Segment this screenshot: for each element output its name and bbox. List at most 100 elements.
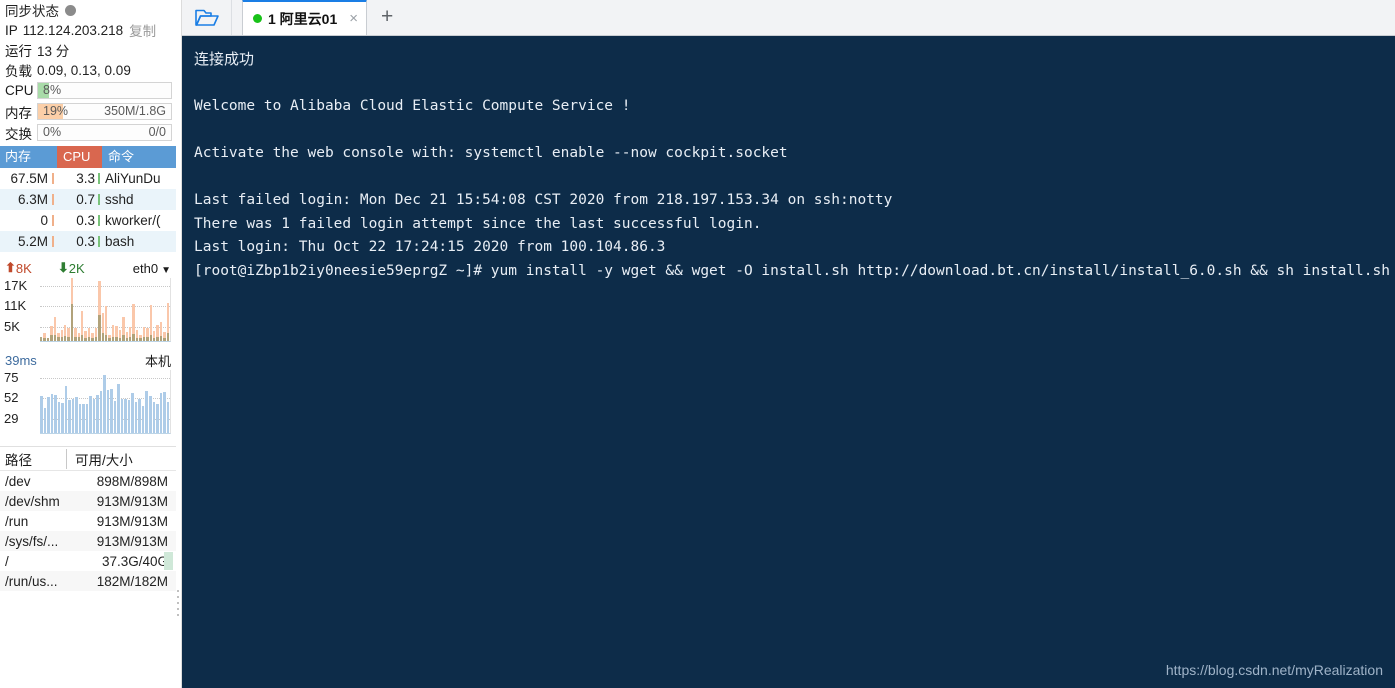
process-col-command[interactable]: 命令 <box>102 146 176 168</box>
latency-graph: 75 52 29 <box>0 370 174 434</box>
process-command: AliYunDu <box>105 171 161 186</box>
graph-bar-download <box>132 334 135 341</box>
graph-bar-download <box>125 337 128 341</box>
graph-bar-download <box>108 337 111 341</box>
swap-percent: 0% <box>43 125 62 139</box>
copy-ip-button[interactable]: 复制 <box>129 20 156 40</box>
load-label: 负载 <box>5 64 32 79</box>
cpu-meter: 8% <box>37 82 172 99</box>
graph-bar-download <box>57 337 60 341</box>
tab-connected-indicator-icon <box>253 14 262 23</box>
process-memory: 0 <box>0 213 57 228</box>
swap-detail: 0/0 <box>148 125 166 139</box>
terminal-line: Last failed login: Mon Dec 21 15:54:08 C… <box>194 192 893 208</box>
resize-grip-icon <box>177 590 180 620</box>
disk-row[interactable]: /run/us... 182M/182M <box>0 571 176 591</box>
upload-arrow-icon: ⬆ <box>5 260 16 275</box>
tab-close-icon[interactable]: × <box>349 10 358 27</box>
graph-bar-download <box>128 337 132 341</box>
graph-bar-download <box>50 334 53 341</box>
disk-path: /sys/fs/... <box>5 533 59 549</box>
upload-rate: 8K <box>15 260 32 276</box>
new-tab-button[interactable]: + <box>381 6 393 35</box>
tab-label: 1 阿里云01 <box>268 10 338 27</box>
graph-bar-download <box>91 337 94 341</box>
process-row[interactable]: 6.3M 0.7 sshd <box>0 189 176 210</box>
uptime-value: 13 分 <box>37 44 70 59</box>
load-value: 0.09, 0.13, 0.09 <box>37 62 131 78</box>
graph-bar-download <box>156 336 159 341</box>
graph-bar-download <box>84 337 87 341</box>
graph-bar-download <box>105 335 108 341</box>
disk-col-size[interactable]: 可用/大小 <box>67 449 133 469</box>
process-table-header: 内存 CPU 命令 <box>0 146 176 168</box>
graph-bar-download <box>146 337 149 341</box>
latency-host-selector[interactable]: 本机 <box>145 351 171 370</box>
disk-table-header: 路径 可用/大小 <box>0 447 176 471</box>
network-plot-area <box>40 278 171 342</box>
network-ytick-0: 17K <box>4 278 28 293</box>
disk-row[interactable]: /dev/shm 913M/913M <box>0 491 176 511</box>
disk-path: /run/us... <box>5 573 58 589</box>
disk-path: /run <box>5 513 29 529</box>
graph-bar-download <box>94 337 98 341</box>
disk-row[interactable]: / 37.3G/40G <box>0 551 176 571</box>
process-command: kworker/( <box>105 213 161 228</box>
server-monitor-sidebar: 同步状态 IP 112.124.203.218 复制 运行 13 分 负载 0.… <box>0 0 176 688</box>
graph-bar-download <box>135 337 139 341</box>
tab-bar: 1 阿里云01 × + <box>182 0 1395 36</box>
disk-row[interactable]: /run 913M/913M <box>0 511 176 531</box>
process-row[interactable]: 5.2M 0.3 bash <box>0 231 176 252</box>
network-ytick-2: 5K <box>4 319 20 334</box>
graph-bar-download <box>118 337 122 341</box>
disk-usage: 182M/182M <box>96 573 168 589</box>
graph-bar-download <box>111 336 115 341</box>
ip-label: IP <box>5 22 18 38</box>
graph-bar-download <box>101 333 105 341</box>
graph-bar-download <box>163 337 166 341</box>
disk-row[interactable]: /sys/fs/... 913M/913M <box>0 531 176 551</box>
open-folder-button[interactable] <box>182 0 232 35</box>
graph-bar-download <box>67 336 70 341</box>
terminal-line: 连接成功 <box>194 51 255 68</box>
disk-table: 路径 可用/大小 /dev 898M/898M/dev/shm 913M/913M /… <box>0 446 176 591</box>
terminal-output[interactable]: 连接成功 Welcome to Alibaba Cloud Elastic Com… <box>182 36 1395 688</box>
process-cpu: 0.7 <box>57 192 102 207</box>
app-root: 同步状态 IP 112.124.203.218 复制 运行 13 分 负载 0.… <box>0 0 1395 688</box>
latency-value: 39ms <box>5 352 37 368</box>
disk-usage: 913M/913M <box>96 533 168 549</box>
network-graph: 17K 11K 5K <box>0 278 174 342</box>
process-col-cpu[interactable]: CPU <box>57 146 102 168</box>
graph-bar-download <box>115 336 118 341</box>
cpu-percent: 8% <box>43 83 62 97</box>
process-row[interactable]: 67.5M 3.3 AliYunDu <box>0 168 176 189</box>
latency-ytick-1: 52 <box>4 390 19 405</box>
process-table-body: 67.5M 3.3 AliYunDu 6.3M 0.7 sshd 0 0.3 kworker/(… <box>0 168 176 252</box>
memory-detail: 350M/1.8G <box>104 104 166 118</box>
disk-path: / <box>5 553 9 569</box>
disk-row[interactable]: /dev 898M/898M <box>0 471 176 491</box>
terminal-line: Activate the web console with: systemctl… <box>194 145 788 161</box>
memory-meter-row: 内存 19% 350M/1.8G <box>0 101 176 122</box>
process-row[interactable]: 0 0.3 kworker/( <box>0 210 176 231</box>
sync-status-row: 同步状态 <box>0 0 176 20</box>
latency-y-axis: 75 52 29 <box>4 370 38 434</box>
graph-bar-download <box>98 314 101 341</box>
tab-aliyun01[interactable]: 1 阿里云01 × <box>242 0 368 35</box>
network-interface-selector[interactable]: eth0 ▼ <box>133 261 171 276</box>
process-memory: 67.5M <box>0 171 57 186</box>
process-col-memory[interactable]: 内存 <box>0 146 57 168</box>
ip-row: IP 112.124.203.218 复制 <box>0 20 176 40</box>
disk-col-path[interactable]: 路径 <box>5 448 67 469</box>
graph-bar-download <box>40 337 43 341</box>
graph-bar-download <box>81 335 84 341</box>
sync-status-label: 同步状态 <box>5 4 59 19</box>
disk-table-body: /dev 898M/898M/dev/shm 913M/913M/run 913M/9… <box>0 471 176 591</box>
process-command: bash <box>105 234 135 249</box>
disk-usage: 913M/913M <box>96 513 168 529</box>
download-arrow-icon: ⬇ <box>57 260 69 275</box>
graph-bar-download <box>142 337 146 341</box>
graph-bar-download <box>43 337 46 341</box>
